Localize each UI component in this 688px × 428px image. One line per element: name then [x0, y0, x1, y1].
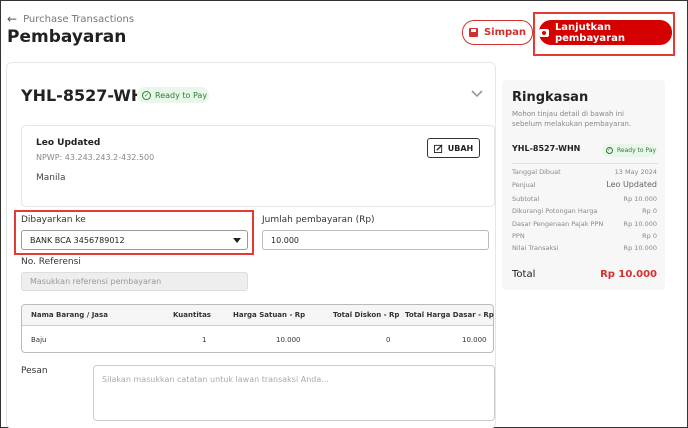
table-cell-item: Baju: [31, 336, 47, 344]
seller-name: Leo Updated: [36, 138, 101, 148]
payment-icon: [539, 28, 549, 37]
summary-row-value: Rp 10.000: [623, 195, 657, 203]
back-arrow-icon[interactable]: ←: [7, 13, 17, 25]
chevron-down-icon[interactable]: [471, 87, 483, 99]
amount-label: Jumlah pembayaran (Rp): [262, 215, 375, 225]
column-header-item: Nama Barang / Jasa: [31, 311, 108, 319]
summary-row-label: Penjual: [512, 181, 536, 189]
breadcrumb[interactable]: ← Purchase Transactions: [7, 13, 134, 25]
reference-input[interactable]: Masukkan referensi pembayaran: [21, 272, 248, 291]
check-circle-icon: ✓: [606, 147, 613, 154]
table-cell-discount: 0: [386, 336, 391, 344]
summary-row-value: Leo Updated: [606, 180, 657, 189]
page-title: Pembayaran: [7, 27, 127, 47]
table-cell-quantity: 1: [202, 336, 207, 344]
continue-payment-button[interactable]: Lanjutkan pembayaran: [539, 20, 672, 45]
summary-row-value: Rp 0: [642, 232, 657, 240]
paid-to-select[interactable]: BANK BCA 3456789012: [21, 230, 248, 250]
amount-input[interactable]: 10.000: [262, 230, 489, 250]
reference-label: No. Referensi: [21, 257, 81, 267]
summary-transaction-id: YHL-8527-WHN: [512, 144, 581, 153]
summary-status-badge: ✓ Ready to Pay: [602, 144, 657, 157]
change-seller-button[interactable]: UBAH: [427, 138, 480, 158]
column-header-discount: Total Diskon - Rp: [333, 311, 400, 319]
check-circle-icon: ✓: [142, 90, 151, 100]
summary-row-label: Subtotal: [512, 195, 540, 203]
save-icon: [468, 28, 478, 37]
status-badge: ✓ Ready to Pay: [137, 87, 209, 103]
save-button[interactable]: Simpan: [462, 20, 533, 45]
seller-city: Manila: [36, 173, 66, 183]
change-seller-label: UBAH: [447, 143, 474, 153]
paid-to-value: BANK BCA 3456789012: [30, 235, 125, 245]
table-cell-unit-price: 10.000: [276, 336, 301, 344]
summary-divider: [512, 163, 658, 164]
column-header-base-total: Total Harga Dasar - Rp: [405, 311, 494, 319]
summary-row-value: Rp 0: [642, 207, 657, 215]
message-label: Pesan: [21, 366, 48, 376]
summary-row-value: 13 May 2024: [614, 168, 657, 176]
paid-to-label: Dibayarkan ke: [21, 215, 86, 225]
seller-npwp: NPWP: 43.243.243.2-432.500: [36, 153, 155, 162]
summary-row-value: Rp 10.000: [623, 244, 657, 252]
summary-row-label: Nilai Transaksi: [512, 244, 559, 252]
message-textarea[interactable]: Silakan masukkan catatan untuk lawan tra…: [93, 365, 495, 421]
table-cell-base-total: 10.000: [462, 336, 487, 344]
summary-title: Ringkasan: [512, 90, 589, 105]
continue-payment-label: Lanjutkan pembayaran: [554, 21, 625, 44]
summary-subtitle: Mohon tinjau detail di bawah ini sebelum…: [512, 110, 632, 128]
total-value: Rp 10.000: [600, 269, 657, 280]
dropdown-caret-icon: [233, 237, 241, 243]
column-header-quantity: Kuantitas: [173, 311, 211, 319]
edit-icon: [433, 143, 443, 153]
column-header-unit-price: Harga Satuan - Rp: [233, 311, 306, 319]
breadcrumb-label[interactable]: Purchase Transactions: [23, 14, 134, 25]
summary-status-label: Ready to Pay: [617, 147, 657, 154]
save-button-label: Simpan: [483, 27, 527, 38]
total-label: Total: [512, 269, 536, 280]
status-badge-label: Ready to Pay: [155, 90, 208, 100]
summary-row-value: Rp 10.000: [623, 220, 657, 228]
summary-row-label: PPN: [512, 232, 525, 240]
summary-row-label: Tanggal Dibuat: [512, 168, 561, 176]
